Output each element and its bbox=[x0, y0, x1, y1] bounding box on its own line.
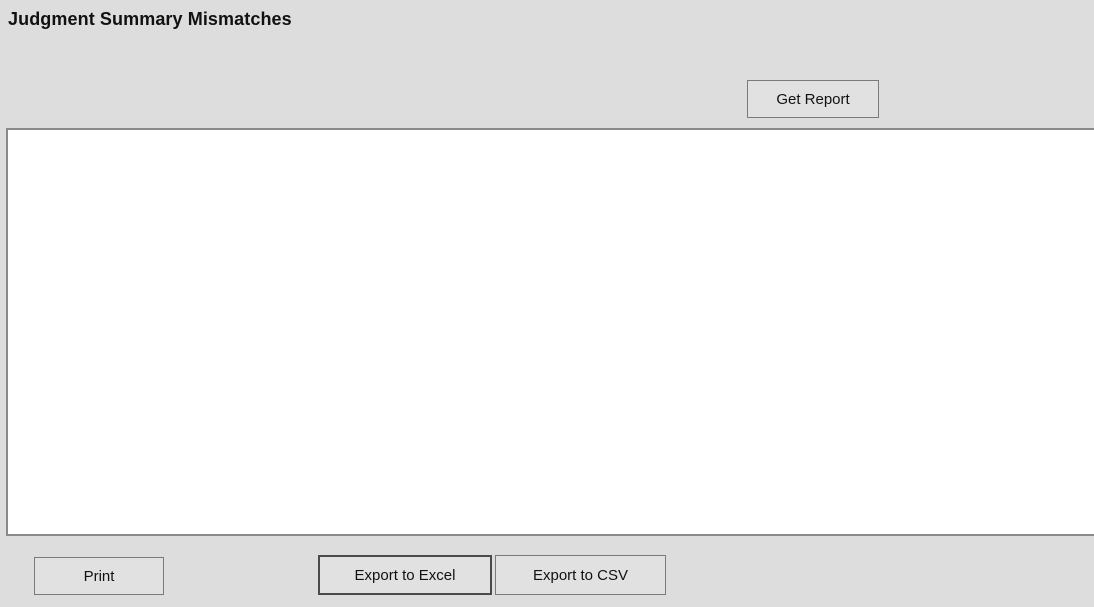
page-title: Judgment Summary Mismatches bbox=[8, 9, 292, 29]
report-form: Judgment Summary Mismatches Get Report P… bbox=[0, 0, 1094, 607]
get-report-button[interactable]: Get Report bbox=[747, 80, 879, 118]
export-to-excel-button[interactable]: Export to Excel bbox=[318, 555, 492, 595]
report-results-area[interactable] bbox=[6, 128, 1094, 536]
export-to-csv-button[interactable]: Export to CSV bbox=[495, 555, 666, 595]
print-button[interactable]: Print bbox=[34, 557, 164, 595]
